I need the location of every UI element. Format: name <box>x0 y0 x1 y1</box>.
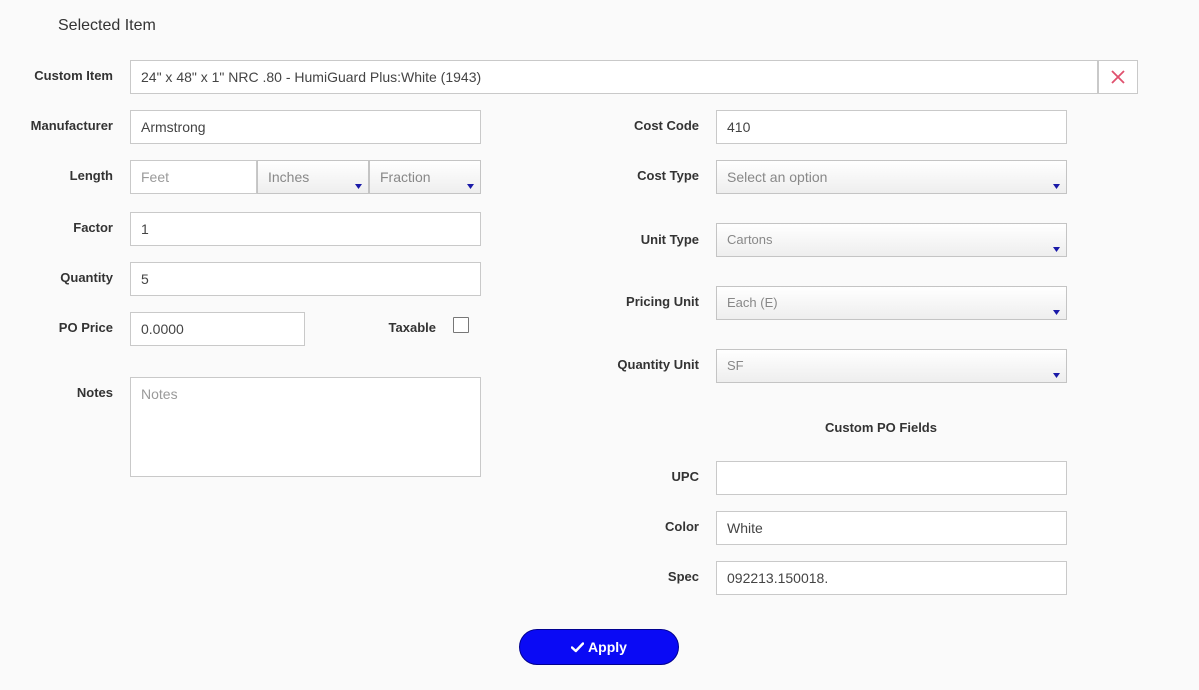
color-field[interactable]: White <box>716 511 1067 545</box>
length-inches-select[interactable]: Inches <box>257 160 369 194</box>
pricing-unit-select[interactable]: Each (E) <box>716 286 1067 320</box>
custom-item-label: Custom Item <box>34 68 113 83</box>
chevron-down-icon <box>460 161 480 193</box>
page-title: Selected Item <box>58 17 156 34</box>
taxable-checkbox[interactable] <box>453 317 469 333</box>
factor-label: Factor <box>73 220 113 235</box>
unit-type-select[interactable]: Cartons <box>716 223 1067 257</box>
length-label: Length <box>69 168 113 183</box>
quantity-field[interactable]: 5 <box>130 262 481 296</box>
upc-label: UPC <box>671 469 699 484</box>
quantity-label: Quantity <box>60 270 113 285</box>
pricing-unit-label: Pricing Unit <box>626 294 699 309</box>
chevron-down-icon <box>348 161 368 193</box>
cost-type-value: Select an option <box>727 169 828 185</box>
clear-item-button[interactable] <box>1098 60 1138 94</box>
unit-type-label: Unit Type <box>640 232 699 247</box>
cost-code-field[interactable]: 410 <box>716 110 1067 144</box>
length-fraction-select[interactable]: Fraction <box>369 160 481 194</box>
cost-type-label: Cost Type <box>637 168 699 183</box>
length-inches-value: Inches <box>268 169 310 185</box>
manufacturer-label: Manufacturer <box>30 118 113 133</box>
spec-label: Spec <box>667 569 699 584</box>
apply-button[interactable]: Apply <box>519 629 679 665</box>
close-icon <box>1111 70 1125 84</box>
factor-field[interactable]: 1 <box>130 212 481 246</box>
custom-po-fields-heading: Custom PO Fields <box>825 420 937 435</box>
quantity-unit-value: SF <box>727 358 744 373</box>
chevron-down-icon <box>1046 161 1066 193</box>
cost-code-label: Cost Code <box>634 118 699 133</box>
cost-type-select[interactable]: Select an option <box>716 160 1067 194</box>
manufacturer-field[interactable]: Armstrong <box>130 110 481 144</box>
length-fraction-value: Fraction <box>380 169 431 185</box>
chevron-down-icon <box>1046 224 1066 256</box>
apply-button-label: Apply <box>588 639 627 655</box>
chevron-down-icon <box>1046 350 1066 382</box>
notes-label: Notes <box>76 385 113 400</box>
notes-textarea[interactable]: Notes <box>130 377 481 477</box>
length-feet-input[interactable]: Feet <box>130 160 257 194</box>
taxable-label: Taxable <box>388 320 436 335</box>
check-icon <box>571 641 585 652</box>
pricing-unit-value: Each (E) <box>727 295 778 310</box>
upc-field[interactable] <box>716 461 1067 495</box>
po-price-field[interactable]: 0.0000 <box>130 312 305 346</box>
unit-type-value: Cartons <box>727 232 773 247</box>
custom-item-field[interactable]: 24" x 48" x 1" NRC .80 - HumiGuard Plus:… <box>130 60 1098 94</box>
po-price-label: PO Price <box>58 320 113 335</box>
color-label: Color <box>665 519 699 534</box>
quantity-unit-select[interactable]: SF <box>716 349 1067 383</box>
quantity-unit-label: Quantity Unit <box>617 357 699 372</box>
spec-field[interactable]: 092213.150018. <box>716 561 1067 595</box>
chevron-down-icon <box>1046 287 1066 319</box>
